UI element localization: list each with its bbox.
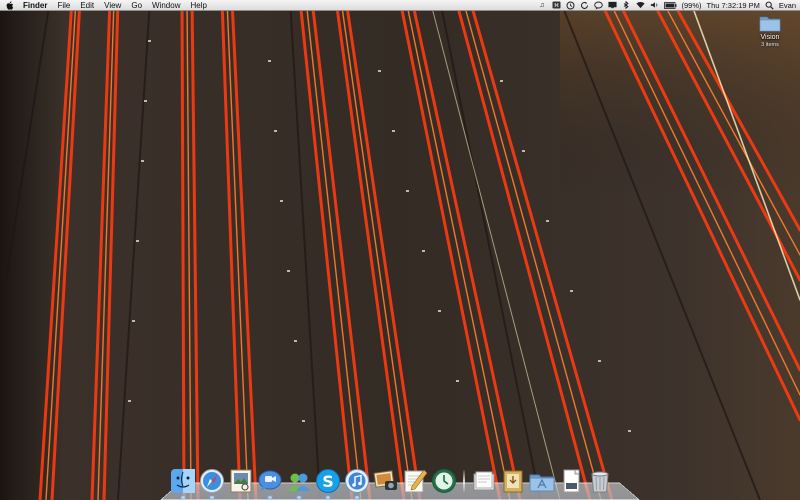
ichat-icon: [258, 470, 282, 491]
finder-dock-item[interactable]: [170, 468, 196, 499]
sync-icon[interactable]: [580, 1, 589, 10]
downloads-stack-icon: [503, 470, 523, 493]
dock-separator: [463, 470, 465, 492]
trash-icon: [591, 471, 609, 493]
running-indicator: [326, 496, 330, 499]
iphoto-icon: [373, 470, 397, 490]
itunes-icon: [345, 469, 369, 493]
running-indicator: [355, 496, 359, 499]
folder-icon: [759, 14, 781, 32]
applications-stack-icon: [529, 474, 555, 492]
document-stack-dock-item[interactable]: [558, 468, 584, 494]
preview-dock-item[interactable]: [228, 468, 254, 494]
desktop[interactable]: Vision 3 items S: [0, 0, 800, 500]
time-machine-dock-item[interactable]: [431, 468, 457, 494]
music-note-icon[interactable]: ♫: [538, 1, 547, 10]
ichat-dock-item[interactable]: [257, 468, 283, 499]
skype-dock-item[interactable]: S: [315, 468, 341, 499]
spotlight-search-icon[interactable]: [765, 1, 774, 10]
battery-icon[interactable]: [663, 1, 677, 10]
svg-text:⌘: ⌘: [554, 3, 559, 9]
safari-dock-item[interactable]: [199, 468, 225, 499]
documents-stack-dock-item[interactable]: [471, 468, 497, 494]
dock: S: [170, 462, 632, 499]
running-indicator: [297, 496, 301, 499]
bluetooth-icon[interactable]: [622, 0, 631, 10]
script-icon[interactable]: ⌘: [552, 1, 561, 10]
menu-view[interactable]: View: [99, 0, 126, 11]
skype-icon: S: [316, 469, 340, 493]
volume-icon[interactable]: [650, 1, 659, 10]
finder-icon: [171, 469, 195, 493]
documents-stack-icon: [473, 471, 495, 491]
folder-name: Vision: [760, 34, 780, 41]
textedit-icon: [404, 469, 428, 493]
menu-app-name[interactable]: Finder: [20, 0, 52, 11]
menu-go[interactable]: Go: [126, 0, 147, 11]
document-stack-icon: [563, 469, 580, 493]
menu-clock[interactable]: Thu 7:32:19 PM: [707, 0, 760, 11]
address-book-icon: [288, 473, 310, 491]
display-icon[interactable]: [607, 1, 617, 10]
apple-menu-icon[interactable]: [0, 0, 20, 11]
menu-help[interactable]: Help: [185, 0, 211, 11]
desktop-folder-vision[interactable]: Vision 3 items: [752, 14, 788, 54]
battery-percentage[interactable]: (99%): [682, 0, 702, 11]
menu-edit[interactable]: Edit: [75, 0, 99, 11]
running-indicator: [268, 496, 272, 499]
preview-icon: [230, 469, 252, 493]
menu-bar-left: Finder File Edit View Go Window Help: [0, 0, 212, 11]
applications-stack-dock-item[interactable]: [529, 468, 555, 494]
fast-user-switch-menu[interactable]: Evan: [779, 0, 796, 11]
address-book-dock-item[interactable]: [286, 468, 312, 499]
time-machine-icon: [432, 469, 456, 493]
menu-file[interactable]: File: [52, 0, 75, 11]
time-machine-icon[interactable]: [566, 1, 575, 10]
menu-bar-extras: ♫ ⌘ (99%) Thu 7:32:19 PM Evan: [538, 0, 800, 11]
itunes-dock-item[interactable]: [344, 468, 370, 499]
folder-item-count: 3 items: [761, 42, 779, 48]
menu-window[interactable]: Window: [147, 0, 185, 11]
menu-bar: Finder File Edit View Go Window Help ♫ ⌘: [0, 0, 800, 11]
running-indicator: [181, 496, 185, 499]
safari-icon: [200, 469, 224, 493]
svg-text:S: S: [322, 472, 334, 491]
downloads-stack-dock-item[interactable]: [500, 468, 526, 494]
wifi-icon[interactable]: [635, 1, 645, 10]
chat-icon[interactable]: [593, 1, 603, 10]
running-indicator: [210, 496, 214, 499]
trash-dock-item[interactable]: [587, 468, 613, 494]
iphoto-dock-item[interactable]: [373, 468, 399, 494]
wallpaper-image: [0, 0, 800, 500]
textedit-dock-item[interactable]: [402, 468, 428, 494]
